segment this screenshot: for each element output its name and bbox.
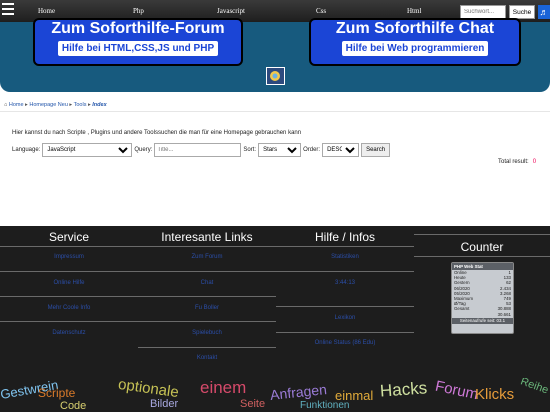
site-logo-icon[interactable]: [266, 67, 285, 85]
chat-banner[interactable]: Zum Soforthilfe Chat Hilfe bei Web progr…: [309, 18, 521, 66]
footer-link-forum[interactable]: Zum Forum: [138, 254, 276, 260]
divider: [0, 321, 138, 322]
tag-cloud-word[interactable]: Forum: [434, 378, 480, 403]
divider: [138, 246, 276, 247]
search-button[interactable]: Search: [361, 143, 391, 157]
divider: [0, 296, 138, 297]
divider: [276, 332, 414, 333]
divider: [0, 271, 138, 272]
total-result: Total result: 0: [498, 159, 536, 165]
web-stat-counter[interactable]: PHP Web Stat Online 1 Heute 133 Gestern 62 06/…: [451, 262, 514, 334]
music-note-icon[interactable]: ♬: [538, 5, 550, 19]
search-filters: Language: JavaScript Query: Sort: Stars …: [12, 143, 391, 157]
divider: [414, 256, 550, 257]
footer-link-datenschutz[interactable]: Datenschutz: [0, 330, 138, 336]
tag-cloud-word[interactable]: Scripte: [38, 386, 75, 400]
footer-link-chat[interactable]: Chat: [138, 280, 276, 286]
links-title: Interesante Links: [161, 230, 253, 244]
tag-cloud-word[interactable]: einem: [200, 378, 246, 398]
order-label: Order:: [303, 147, 321, 153]
footer-link-online-status[interactable]: Online Status (86 Edu): [276, 340, 414, 346]
sort-select[interactable]: Stars: [258, 143, 302, 157]
sort-label: Sort:: [243, 147, 257, 153]
divider: [276, 246, 414, 247]
tag-cloud: Gestwrein Scripte optionale einem Anfragen ei…: [0, 378, 550, 412]
breadcrumb-tools[interactable]: Tools: [74, 102, 87, 108]
divider: [138, 321, 276, 322]
hamburger-menu-icon[interactable]: [2, 3, 14, 15]
language-select[interactable]: JavaScript: [42, 143, 133, 157]
site-search-input[interactable]: [460, 5, 506, 19]
breadcrumb-home[interactable]: Home: [9, 102, 24, 108]
query-label: Query:: [134, 147, 153, 153]
total-result-count: 0: [532, 159, 537, 165]
total-result-label: Total result:: [498, 159, 529, 165]
counter-row: 30.661: [452, 312, 513, 317]
divider: [276, 306, 414, 307]
breadcrumb-homepage-neu[interactable]: Homepage Neu: [29, 102, 68, 108]
footer-link-mehr-info[interactable]: Mehr Coole Info: [0, 305, 138, 311]
divider: [414, 234, 550, 235]
divider: [0, 246, 138, 247]
tag-cloud-word[interactable]: Funktionen: [300, 400, 349, 411]
nav-html[interactable]: Html: [407, 7, 421, 15]
footer-link-lexikon[interactable]: Lexikon: [276, 315, 414, 321]
tag-cloud-word[interactable]: Hacks: [379, 378, 428, 401]
footer-link-statistiken[interactable]: Statistiken: [276, 254, 414, 260]
divider: [138, 347, 276, 348]
counter-title: Counter: [460, 240, 504, 254]
divider: [276, 271, 414, 272]
tag-cloud-word[interactable]: Seite: [240, 398, 265, 410]
intro-text: Hier kannst du nach Scripte , Plugins un…: [12, 130, 302, 136]
footer-link-kontakt[interactable]: Kontakt: [138, 355, 276, 361]
counter-row-label: Gesamt: [454, 306, 470, 312]
footer-link-online-hilfe[interactable]: Online Hilfe: [0, 280, 138, 286]
order-select[interactable]: DESC: [322, 143, 360, 157]
query-input[interactable]: [154, 143, 242, 157]
tag-cloud-word[interactable]: Klicks: [475, 386, 514, 403]
nav-php[interactable]: Php: [133, 7, 144, 15]
footer-clock: 3:44:13: [334, 280, 356, 286]
nav-javascript[interactable]: Javascript: [217, 7, 245, 15]
breadcrumb-divider: [0, 111, 550, 112]
home-icon: ⌂: [4, 102, 8, 108]
counter-head: PHP Web Stat: [452, 263, 513, 270]
divider: [138, 296, 276, 297]
tag-cloud-word[interactable]: Code: [60, 400, 86, 412]
tag-cloud-word[interactable]: Bilder: [150, 398, 178, 410]
chat-banner-title: Zum Soforthilfe Chat: [335, 20, 495, 37]
language-label: Language:: [12, 147, 41, 153]
forum-banner-title: Zum Soforthilfe-Forum: [51, 20, 225, 37]
footer-link-fu-boller[interactable]: Fu Boller: [138, 305, 276, 311]
header-banner-area: Zum Soforthilfe-Forum Hilfe bei HTML,CSS…: [0, 18, 550, 92]
nav-home[interactable]: Home: [38, 7, 55, 15]
forum-banner[interactable]: Zum Soforthilfe-Forum Hilfe bei HTML,CSS…: [33, 18, 243, 66]
site-search-button[interactable]: Suche: [509, 5, 535, 19]
breadcrumb-index: Index: [92, 102, 107, 108]
tag-cloud-word[interactable]: Reihe: [519, 378, 550, 397]
forum-banner-subtitle: Hilfe bei HTML,CSS,JS und PHP: [57, 41, 219, 56]
chat-banner-subtitle: Hilfe bei Web programmieren: [341, 41, 489, 56]
help-title: Hilfe / Infos: [314, 230, 376, 244]
divider: [138, 271, 276, 272]
footer-link-spielebuch[interactable]: Spielebuch: [138, 330, 276, 336]
breadcrumb: ⌂ Home ▸ Homepage Neu ▸ Tools ▸ Index: [4, 102, 107, 108]
service-title: Service: [48, 230, 89, 244]
counter-row-value: 30.661: [497, 311, 511, 317]
footer-link-impressum[interactable]: Impressum: [0, 254, 138, 260]
counter-foot: Seitenaufrufe seit: 03.1: [452, 317, 513, 324]
nav-css[interactable]: Css: [316, 7, 326, 15]
